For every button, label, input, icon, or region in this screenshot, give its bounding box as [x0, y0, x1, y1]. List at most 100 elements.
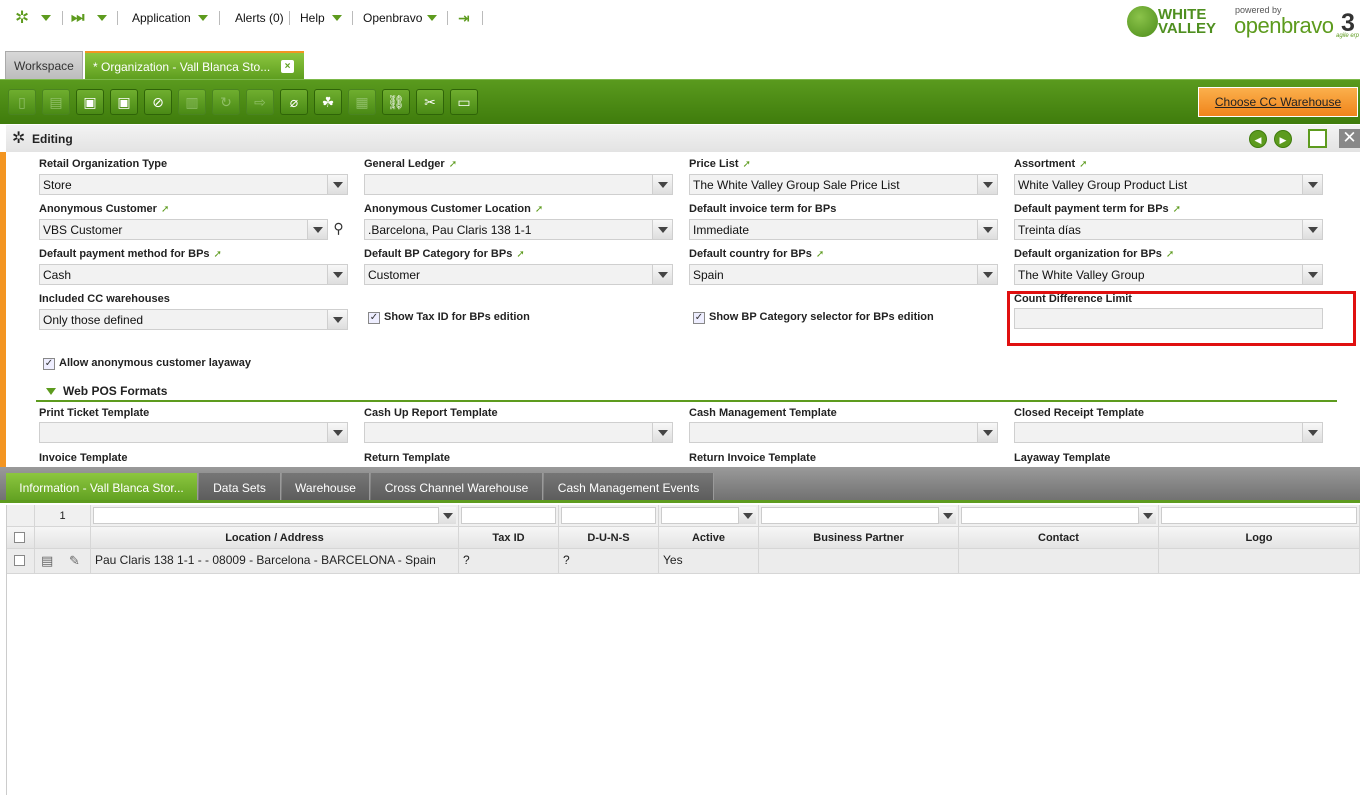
default-invoice-term-select[interactable]: Immediate — [689, 219, 998, 240]
link-icon[interactable]: ⛓ — [382, 89, 410, 115]
open-record-icon[interactable]: ▤ — [41, 550, 53, 572]
link-arrow-icon[interactable]: ➚ — [743, 159, 751, 170]
chevron-down-icon[interactable] — [652, 220, 672, 239]
filter-location[interactable] — [91, 505, 459, 527]
column-header-duns[interactable]: D-U-N-S — [559, 527, 659, 549]
default-payment-method-select[interactable]: Cash — [39, 264, 348, 285]
cell-active[interactable]: Yes — [659, 549, 759, 574]
search-icon[interactable]: ⚲ — [329, 219, 348, 240]
menu-openbravo[interactable]: Openbravo — [363, 11, 422, 25]
link-arrow-icon[interactable]: ➚ — [1166, 249, 1174, 260]
select-all-checkbox[interactable] — [14, 532, 25, 543]
filter-logo[interactable] — [1159, 505, 1360, 527]
close-form-icon[interactable]: ✕ — [1339, 129, 1360, 148]
create-new-dropdown-icon[interactable] — [97, 15, 107, 21]
retail-org-type-select[interactable]: Store — [39, 174, 348, 195]
section-web-pos-formats[interactable]: Web POS Formats — [46, 384, 167, 398]
tab-organization[interactable]: * Organization - Vall Blanca Sto... × — [85, 51, 304, 79]
save-close-icon[interactable]: ▣ — [110, 89, 138, 115]
chevron-down-icon[interactable] — [652, 175, 672, 194]
choose-cc-warehouse-button[interactable]: Choose CC Warehouse — [1198, 87, 1358, 117]
chevron-down-icon[interactable] — [652, 265, 672, 284]
cell-location[interactable]: Pau Claris 138 1-1 - - 08009 - Barcelona… — [91, 549, 459, 574]
column-header-business-partner[interactable]: Business Partner — [759, 527, 959, 549]
link-arrow-icon[interactable]: ➚ — [516, 249, 524, 260]
cell-logo[interactable] — [1159, 549, 1360, 574]
menu-application[interactable]: Application — [132, 11, 191, 25]
new-row-icon[interactable]: ▤ — [42, 89, 70, 115]
link-arrow-icon[interactable]: ➚ — [535, 204, 543, 215]
openbravo-dropdown-icon[interactable] — [427, 15, 437, 21]
attachment-icon[interactable]: ⌀ — [280, 89, 308, 115]
tab-cash-management-events[interactable]: Cash Management Events — [544, 473, 714, 503]
price-list-select[interactable]: The White Valley Group Sale Price List — [689, 174, 998, 195]
link-arrow-icon[interactable]: ➚ — [816, 249, 824, 260]
new-document-icon[interactable]: ▯ — [8, 89, 36, 115]
cell-business-partner[interactable] — [759, 549, 959, 574]
menu-help[interactable]: Help — [300, 11, 325, 25]
delete-icon[interactable]: ▥ — [178, 89, 206, 115]
next-record-icon[interactable]: ▶ — [1274, 130, 1292, 148]
print-ticket-template-select[interactable] — [39, 422, 348, 443]
show-tax-id-checkbox[interactable]: ✓ — [368, 312, 380, 324]
tab-data-sets[interactable]: Data Sets — [199, 473, 281, 503]
save-icon[interactable]: ▣ — [76, 89, 104, 115]
column-header-contact[interactable]: Contact — [959, 527, 1159, 549]
cash-management-template-select[interactable] — [689, 422, 998, 443]
default-payment-term-select[interactable]: Treinta días — [1014, 219, 1323, 240]
undo-icon[interactable]: ⊘ — [144, 89, 172, 115]
quick-launch-dropdown-icon[interactable] — [41, 15, 51, 21]
cell-contact[interactable] — [959, 549, 1159, 574]
chevron-down-icon[interactable] — [1302, 265, 1322, 284]
menu-alerts[interactable]: Alerts (0) — [235, 11, 284, 25]
chevron-down-icon[interactable] — [1302, 220, 1322, 239]
quick-launch-icon[interactable]: ✲ — [15, 9, 29, 27]
column-header-location[interactable]: Location / Address — [91, 527, 459, 549]
chevron-down-icon[interactable] — [977, 265, 997, 284]
cell-duns[interactable]: ? — [559, 549, 659, 574]
default-organization-select[interactable]: The White Valley Group — [1014, 264, 1323, 285]
tab-information[interactable]: Information - Vall Blanca Stor... — [6, 473, 198, 503]
chevron-down-icon[interactable] — [327, 310, 347, 329]
anon-customer-select[interactable]: VBS Customer — [39, 219, 328, 240]
included-cc-warehouses-select[interactable]: Only those defined — [39, 309, 348, 330]
edit-row-icon[interactable]: ✎ — [69, 550, 80, 572]
logout-icon[interactable]: ⇥ — [458, 9, 470, 27]
chevron-down-icon[interactable] — [1302, 175, 1322, 194]
chevron-down-icon[interactable] — [327, 265, 347, 284]
link-arrow-icon[interactable]: ➚ — [161, 204, 169, 215]
chevron-down-icon[interactable] — [1138, 507, 1156, 524]
chevron-down-icon[interactable] — [652, 423, 672, 442]
anon-customer-location-select[interactable]: .Barcelona, Pau Claris 138 1-1 — [364, 219, 673, 240]
tools-icon[interactable]: ✂ — [416, 89, 444, 115]
column-header-active[interactable]: Active — [659, 527, 759, 549]
export-icon[interactable]: ⇨ — [246, 89, 274, 115]
assortment-select[interactable]: White Valley Group Product List — [1014, 174, 1323, 195]
allow-anon-layaway-checkbox[interactable]: ✓ — [43, 358, 55, 370]
refresh-icon[interactable]: ↻ — [212, 89, 240, 115]
count-difference-limit-input[interactable] — [1014, 308, 1323, 329]
link-arrow-icon[interactable]: ➚ — [1079, 159, 1087, 170]
chevron-down-icon[interactable] — [977, 423, 997, 442]
default-bp-category-select[interactable]: Customer — [364, 264, 673, 285]
filter-contact[interactable] — [959, 505, 1159, 527]
clone-icon[interactable]: ▦ — [348, 89, 376, 115]
row-checkbox[interactable] — [14, 555, 25, 566]
column-header-logo[interactable]: Logo — [1159, 527, 1360, 549]
chevron-down-icon[interactable] — [738, 507, 756, 524]
chevron-down-icon[interactable] — [1302, 423, 1322, 442]
chevron-down-icon[interactable] — [327, 175, 347, 194]
filter-active[interactable] — [659, 505, 759, 527]
link-arrow-icon[interactable]: ➚ — [1173, 204, 1181, 215]
previous-record-icon[interactable]: ◀ — [1249, 130, 1267, 148]
chevron-down-icon[interactable] — [938, 507, 956, 524]
link-arrow-icon[interactable]: ➚ — [214, 249, 222, 260]
chevron-down-icon[interactable] — [977, 220, 997, 239]
form-view-icon[interactable]: ▭ — [450, 89, 478, 115]
cell-tax-id[interactable]: ? — [459, 549, 559, 574]
create-new-icon[interactable]: ⏭ — [71, 9, 85, 27]
filter-duns[interactable] — [559, 505, 659, 527]
link-arrow-icon[interactable]: ➚ — [449, 159, 457, 170]
close-tab-icon[interactable]: × — [281, 60, 294, 73]
help-dropdown-icon[interactable] — [332, 15, 342, 21]
